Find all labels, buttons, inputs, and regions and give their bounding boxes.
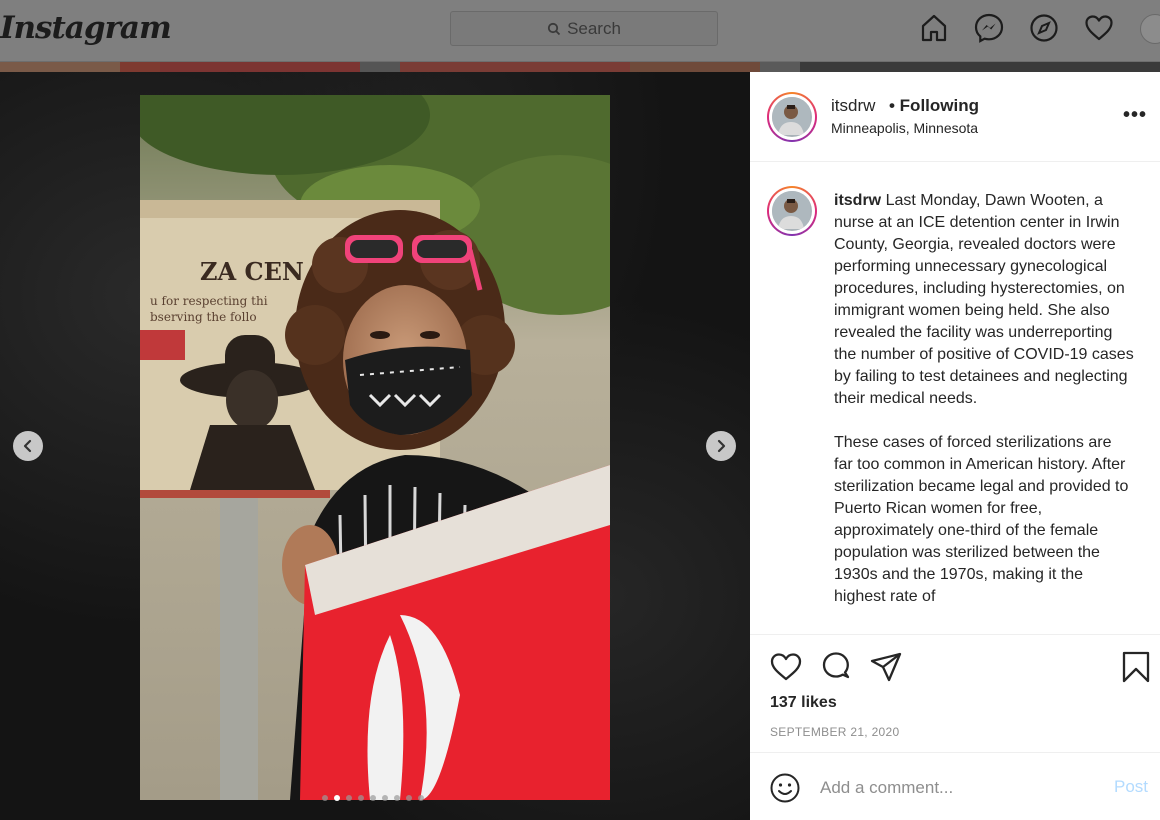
- chevron-left-icon: [23, 439, 32, 453]
- carousel-dot: [370, 795, 376, 801]
- post-header: itsdrw • Following Minneapolis, Minnesot…: [750, 72, 1160, 162]
- carousel-dot: [346, 795, 352, 801]
- chevron-right-icon: [717, 439, 726, 453]
- search-placeholder: Search: [567, 18, 621, 38]
- like-heart-icon[interactable]: [769, 650, 803, 684]
- post-image[interactable]: ZA CEN u for respecting thi bserving the…: [140, 95, 610, 800]
- save-bookmark-icon[interactable]: [1119, 650, 1153, 684]
- carousel-dot: [394, 795, 400, 801]
- carousel-dot: [358, 795, 364, 801]
- svg-text:bserving the follo: bserving the follo: [150, 310, 257, 324]
- feed-strip: [0, 62, 1160, 72]
- home-icon[interactable]: [918, 12, 950, 44]
- instagram-logo[interactable]: Instagram: [0, 10, 172, 46]
- search-bar[interactable]: Search: [450, 11, 718, 46]
- caption-text: itsdrw Last Monday, Dawn Wooten, a nurse…: [834, 190, 1134, 608]
- svg-text:ZA CEN: ZA CEN: [200, 257, 304, 286]
- profile-avatar[interactable]: [1140, 14, 1160, 44]
- caption-username[interactable]: itsdrw: [834, 192, 881, 209]
- carousel-indicator: [322, 795, 424, 801]
- author-username[interactable]: itsdrw: [831, 96, 875, 116]
- post-photo: ZA CEN u for respecting thi bserving the…: [140, 95, 610, 800]
- carousel-dot: [406, 795, 412, 801]
- more-options-button[interactable]: •••: [1123, 104, 1147, 127]
- caption-area: itsdrw Last Monday, Dawn Wooten, a nurse…: [750, 163, 1160, 634]
- next-image-button[interactable]: [706, 431, 736, 461]
- carousel-dot: [334, 795, 340, 801]
- carousel-dot: [322, 795, 328, 801]
- caption-body: Last Monday, Dawn Wooten, a nurse at an …: [834, 192, 1134, 605]
- following-status[interactable]: • Following: [889, 96, 979, 116]
- search-icon: [547, 22, 561, 35]
- share-icon[interactable]: [869, 650, 903, 684]
- comment-bar: Post: [750, 752, 1160, 820]
- post-comment-button[interactable]: Post: [1114, 777, 1148, 797]
- top-nav: Instagram Search: [0, 0, 1160, 62]
- carousel-dot: [382, 795, 388, 801]
- post-date[interactable]: SEPTEMBER 21, 2020: [770, 725, 899, 739]
- avatar-photo: [772, 191, 810, 229]
- comment-icon[interactable]: [819, 650, 853, 684]
- author-avatar[interactable]: [767, 92, 817, 142]
- comment-input[interactable]: [820, 775, 1100, 801]
- likes-count[interactable]: 137 likes: [770, 694, 837, 712]
- post-details-panel: itsdrw • Following Minneapolis, Minnesot…: [750, 72, 1160, 820]
- post-actions: 137 likes SEPTEMBER 21, 2020: [750, 634, 1160, 752]
- svg-text:u for respecting thi: u for respecting thi: [150, 294, 268, 308]
- post-location[interactable]: Minneapolis, Minnesota: [831, 120, 978, 136]
- caption-avatar[interactable]: [767, 186, 817, 236]
- media-viewer: ZA CEN u for respecting thi bserving the…: [0, 72, 750, 820]
- carousel-dot: [418, 795, 424, 801]
- heart-icon[interactable]: [1083, 12, 1115, 44]
- avatar-photo: [772, 97, 810, 135]
- messenger-icon[interactable]: [973, 12, 1005, 44]
- explore-icon[interactable]: [1028, 12, 1060, 44]
- emoji-icon[interactable]: [769, 772, 801, 804]
- previous-image-button[interactable]: [13, 431, 43, 461]
